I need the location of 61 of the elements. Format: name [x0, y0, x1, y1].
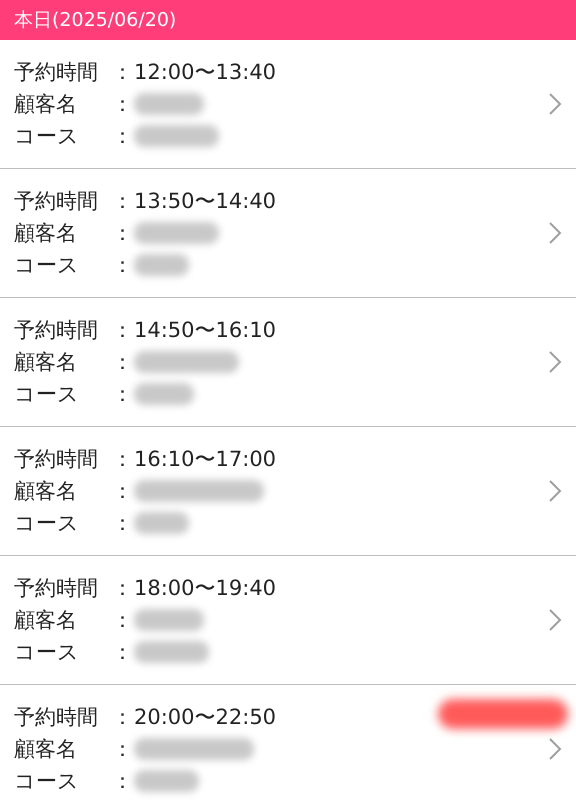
- chevron-right-icon: [548, 221, 562, 245]
- chevron-right-icon: [548, 92, 562, 116]
- reservation-item[interactable]: 予約時間 ：20:00〜22:50 顧客名 ： コース ：: [0, 685, 576, 805]
- colon: ：: [112, 607, 134, 634]
- colon: ：: [112, 123, 134, 150]
- colon: ：: [112, 252, 134, 279]
- customer-label: 顧客名: [14, 736, 78, 763]
- chevron-right-icon: [548, 737, 562, 761]
- customer-label: 顧客名: [14, 220, 78, 247]
- chevron-right-icon: [548, 608, 562, 632]
- blurred-text: [134, 609, 204, 631]
- colon: ：: [112, 736, 134, 763]
- colon: ：: [112, 639, 134, 666]
- colon: ：: [112, 317, 134, 344]
- time-value: 13:50〜14:40: [134, 188, 276, 215]
- reservation-item[interactable]: 予約時間 ：14:50〜16:10 顧客名 ： コース ：: [0, 298, 576, 427]
- time-label: 予約時間: [14, 575, 99, 602]
- course-label: コース: [14, 381, 80, 408]
- colon: ：: [112, 510, 134, 537]
- header-title: 本日(2025/06/20): [14, 8, 176, 33]
- chevron-right-icon: [548, 479, 562, 503]
- blurred-text: [134, 770, 199, 792]
- blurred-text: [134, 383, 194, 405]
- time-value: 20:00〜22:50: [134, 704, 276, 731]
- customer-label: 顧客名: [14, 349, 78, 376]
- customer-label: 顧客名: [14, 478, 78, 505]
- course-label: コース: [14, 252, 80, 279]
- colon: ：: [112, 381, 134, 408]
- course-label: コース: [14, 768, 80, 795]
- reservation-item[interactable]: 予約時間 ：18:00〜19:40 顧客名 ： コース ：: [0, 556, 576, 685]
- time-label: 予約時間: [14, 59, 99, 86]
- time-label: 予約時間: [14, 317, 99, 344]
- colon: ：: [112, 188, 134, 215]
- course-label: コース: [14, 639, 80, 666]
- reservation-item[interactable]: 予約時間 ：12:00〜13:40 顧客名 ： コース ：: [0, 40, 576, 169]
- time-label: 予約時間: [14, 188, 99, 215]
- chevron-right-icon: [548, 350, 562, 374]
- reservation-item[interactable]: 予約時間 ：16:10〜17:00 顧客名 ： コース ：: [0, 427, 576, 556]
- time-label: 予約時間: [14, 446, 99, 473]
- colon: ：: [112, 349, 134, 376]
- time-value: 14:50〜16:10: [134, 317, 276, 344]
- course-label: コース: [14, 510, 80, 537]
- reservation-item[interactable]: 予約時間 ：13:50〜14:40 顧客名 ： コース ：: [0, 169, 576, 298]
- blurred-text: [134, 254, 189, 276]
- customer-label: 顧客名: [14, 607, 78, 634]
- time-value: 18:00〜19:40: [134, 575, 276, 602]
- colon: ：: [112, 704, 134, 731]
- blurred-text: [134, 93, 204, 115]
- time-value: 12:00〜13:40: [134, 59, 276, 86]
- colon: ：: [112, 91, 134, 118]
- blurred-text: [134, 512, 189, 534]
- course-label: コース: [14, 123, 80, 150]
- colon: ：: [112, 220, 134, 247]
- colon: ：: [112, 768, 134, 795]
- colon: ：: [112, 575, 134, 602]
- colon: ：: [112, 59, 134, 86]
- time-value: 16:10〜17:00: [134, 446, 276, 473]
- customer-label: 顧客名: [14, 91, 78, 118]
- colon: ：: [112, 478, 134, 505]
- time-label: 予約時間: [14, 704, 99, 731]
- colon: ：: [112, 446, 134, 473]
